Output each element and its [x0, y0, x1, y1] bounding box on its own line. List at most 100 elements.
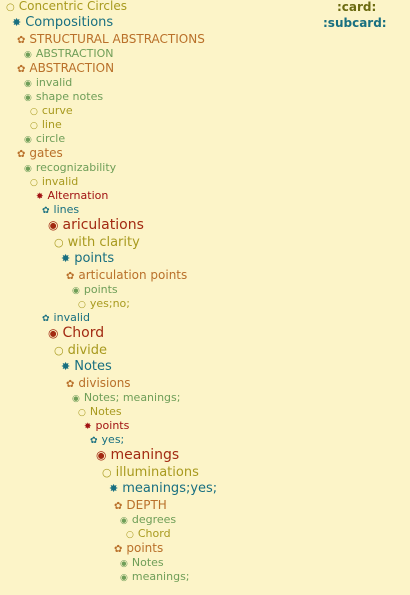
- target-icon: ◉: [24, 164, 32, 174]
- outline-item-label: points: [83, 283, 118, 296]
- outline-item-label: meanings;yes;: [122, 481, 218, 496]
- outline-item-label: circle: [35, 132, 66, 145]
- outline-item[interactable]: ✿ ABSTRACTION: [17, 61, 115, 76]
- outline-item-label: Alternation: [47, 189, 109, 202]
- flower-icon: ✿: [66, 379, 75, 390]
- outline-item[interactable]: ✸ points: [84, 419, 130, 433]
- outline-item[interactable]: ◉ meanings;: [120, 570, 190, 584]
- card-label: :card:: [337, 0, 377, 14]
- outline-item-label: yes;: [101, 433, 125, 446]
- outline-item[interactable]: ✸ Notes: [61, 359, 112, 375]
- outline-item-label: invalid: [35, 76, 73, 89]
- star-icon: ✸: [36, 192, 44, 202]
- flower-icon: ✿: [42, 314, 50, 324]
- outline-item-label: with clarity: [67, 235, 140, 250]
- outline-item-label: points: [126, 541, 164, 555]
- outline-item-label: STRUCTURAL ABSTRACTIONS: [29, 32, 205, 46]
- outline-item-label: ABSTRACTION: [35, 47, 114, 60]
- outline-item[interactable]: ✿ invalid: [42, 311, 90, 325]
- star-icon: ✸: [61, 252, 71, 265]
- outline-item-label: Compositions: [25, 15, 114, 30]
- outline-item-label: points: [95, 419, 130, 432]
- circle-icon: ○: [6, 2, 15, 13]
- flower-icon: ✿: [114, 501, 123, 512]
- flower-icon: ✿: [114, 544, 123, 555]
- outline-item[interactable]: ○ illuminations: [102, 465, 199, 481]
- outline-item[interactable]: ○ divide: [54, 343, 108, 359]
- circle-icon: ○: [126, 530, 134, 540]
- circle-icon: ○: [54, 236, 64, 249]
- outline-item[interactable]: ○ line: [30, 118, 62, 132]
- circle-icon: ○: [78, 408, 86, 418]
- outline-item[interactable]: ✿ yes;: [90, 433, 125, 447]
- outline-item[interactable]: ◉ meanings: [96, 447, 179, 463]
- star-icon: ✸: [84, 422, 92, 432]
- outline-item-label: illuminations: [115, 465, 199, 480]
- circle-icon: ○: [30, 121, 38, 131]
- flower-icon: ✿: [66, 271, 75, 282]
- outline-item[interactable]: ✿ divisions: [66, 376, 131, 391]
- outline-item[interactable]: ✿ points: [114, 541, 164, 556]
- circle-icon: ○: [30, 178, 38, 188]
- outline-item[interactable]: ✿ gates: [17, 146, 63, 161]
- target-icon: ◉: [24, 93, 32, 103]
- circle-icon: ○: [102, 466, 112, 479]
- outline-item[interactable]: ◉ Notes; meanings;: [72, 391, 180, 405]
- outline-item[interactable]: ✿ articulation points: [66, 268, 188, 283]
- outline-item-label: meanings: [110, 447, 180, 463]
- outline-item[interactable]: ✿ DEPTH: [114, 498, 167, 513]
- outline-item[interactable]: ○ Concentric Circles: [6, 0, 127, 14]
- circle-icon: ○: [78, 300, 86, 310]
- outline-item[interactable]: ○ Notes: [78, 405, 122, 419]
- outline-item[interactable]: ◉ ariculations: [48, 217, 144, 233]
- outline-item[interactable]: ✸ meanings;yes;: [109, 481, 218, 497]
- outline-item-label: invalid: [41, 175, 79, 188]
- outline-item-label: Notes: [131, 556, 164, 569]
- outline-item[interactable]: ◉ ABSTRACTION: [24, 47, 114, 61]
- star-icon: ✸: [12, 16, 22, 29]
- target-icon: ◉: [120, 559, 128, 569]
- outline-item[interactable]: ◉ Chord: [48, 325, 104, 341]
- outline-item[interactable]: ◉ degrees: [120, 513, 176, 527]
- outline-item-label: points: [74, 251, 115, 266]
- outline-item-label: lines: [53, 203, 80, 216]
- flower-icon: ✿: [90, 436, 98, 446]
- outline-item[interactable]: ○ with clarity: [54, 235, 140, 251]
- outline-item[interactable]: ◉ Notes: [120, 556, 164, 570]
- outline-item-label: ariculations: [62, 217, 144, 233]
- target-icon: ◉: [72, 394, 80, 404]
- outline-item-label: shape notes: [35, 90, 104, 103]
- outline-item[interactable]: ○ invalid: [30, 175, 79, 189]
- outline-item[interactable]: ✸ Alternation: [36, 189, 109, 203]
- outline-item-label: Chord: [137, 527, 171, 540]
- outline-item-label: Chord: [62, 325, 105, 341]
- outline-item[interactable]: ○ curve: [30, 104, 73, 118]
- outline-item-label: gates: [29, 146, 63, 160]
- target-icon: ◉: [72, 286, 80, 296]
- flower-icon: ✿: [17, 149, 26, 160]
- target-icon: ◉: [120, 516, 128, 526]
- star-icon: ✸: [61, 360, 71, 373]
- target-icon: ◉: [120, 573, 128, 583]
- outline-item[interactable]: ✸ Compositions: [12, 15, 114, 31]
- outline-item[interactable]: ◉ points: [72, 283, 118, 297]
- outline-item-label: meanings;: [131, 570, 190, 583]
- outline-item[interactable]: ◉ invalid: [24, 76, 73, 90]
- outline-item-label: yes;no;: [89, 297, 130, 310]
- outline-item-label: ABSTRACTION: [29, 61, 115, 75]
- outline-item[interactable]: ○ yes;no;: [78, 297, 130, 311]
- flower-icon: ✿: [42, 206, 50, 216]
- outline-item[interactable]: ✸ points: [61, 251, 115, 267]
- target-icon: ◉: [24, 79, 32, 89]
- flower-icon: ✿: [17, 64, 26, 75]
- subcard-label: :subcard:: [323, 16, 387, 30]
- outline-item[interactable]: ◉ circle: [24, 132, 66, 146]
- outline-item[interactable]: ◉ shape notes: [24, 90, 104, 104]
- outline-item-label: divide: [67, 343, 108, 358]
- outline-item[interactable]: ◉ recognizability: [24, 161, 116, 175]
- outline-item-label: Concentric Circles: [18, 0, 127, 13]
- outline-item[interactable]: ✿ STRUCTURAL ABSTRACTIONS: [17, 32, 205, 47]
- outline-item[interactable]: ○ Chord: [126, 527, 171, 541]
- outline-item-label: articulation points: [78, 268, 188, 282]
- outline-item[interactable]: ✿ lines: [42, 203, 80, 217]
